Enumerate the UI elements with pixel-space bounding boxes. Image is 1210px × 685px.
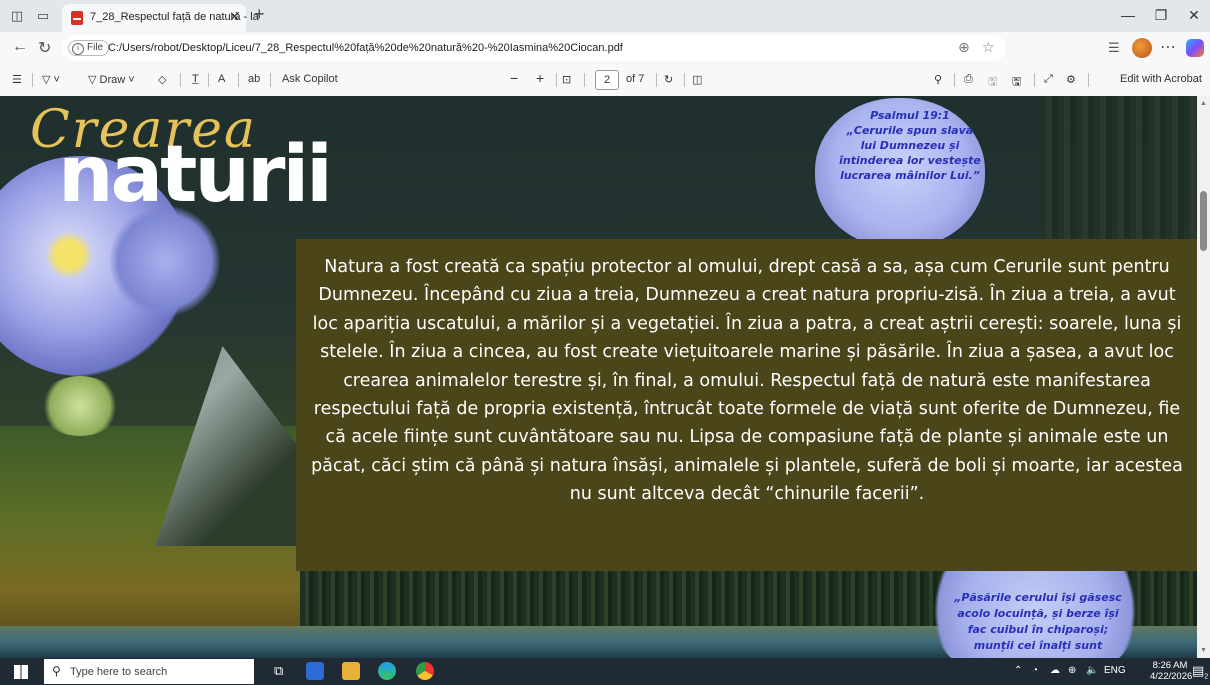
fullscreen-icon[interactable]: ⤢ bbox=[1044, 73, 1053, 86]
save-icon[interactable]: 🖫 bbox=[988, 73, 997, 92]
store-app-icon[interactable] bbox=[306, 662, 324, 680]
url-text[interactable]: C:/Users/robot/Desktop/Liceu/7_28_Respec… bbox=[108, 42, 623, 54]
highlight-icon[interactable]: ▽ ˅ bbox=[42, 73, 60, 86]
minimize-icon[interactable]: — bbox=[1118, 7, 1138, 23]
profile-avatar[interactable] bbox=[1132, 38, 1152, 58]
settings-gear-icon[interactable]: ⚙ bbox=[1066, 73, 1076, 86]
search-placeholder: Type here to search bbox=[70, 666, 168, 678]
restore-icon[interactable]: ❐ bbox=[1151, 7, 1171, 24]
onedrive-icon[interactable]: ☁ bbox=[1050, 665, 1060, 676]
watercolor-flower bbox=[110, 206, 220, 316]
task-view-icon[interactable]: ⧉ bbox=[274, 663, 283, 679]
zoom-in-icon[interactable]: + bbox=[536, 70, 544, 86]
text-tool-icon[interactable]: T̲ bbox=[192, 73, 199, 85]
address-bar[interactable]: i File C:/Users/robot/Desktop/Liceu/7_28_… bbox=[62, 35, 1006, 61]
workspaces-icon[interactable]: ◫ bbox=[8, 7, 26, 25]
back-icon[interactable]: ← bbox=[12, 38, 28, 56]
file-explorer-icon[interactable] bbox=[342, 662, 360, 680]
tray-icon[interactable]: ◔ bbox=[1032, 665, 1038, 676]
info-icon: i bbox=[72, 43, 84, 55]
tray-overflow-icon[interactable]: ⌃ bbox=[1014, 665, 1022, 676]
notification-icon[interactable]: ▤2 bbox=[1192, 663, 1208, 681]
zoom-out-icon[interactable]: − bbox=[510, 70, 518, 86]
read-aloud-icon[interactable]: A bbox=[218, 73, 225, 85]
edge-icon[interactable] bbox=[378, 662, 396, 680]
site-info-chip[interactable]: i File bbox=[68, 40, 110, 56]
page-view-icon[interactable]: ◫ bbox=[692, 73, 702, 86]
page-total: of 7 bbox=[626, 73, 645, 85]
windows-start-icon[interactable] bbox=[14, 665, 28, 679]
pdf-toolbar: ☰ ▽ ˅ ▽ Draw ˅ ◇ T̲ A ab Ask Copilot − +… bbox=[0, 64, 1210, 97]
scroll-down-icon[interactable]: ▼ bbox=[1200, 647, 1207, 654]
close-tab-icon[interactable]: ✕ bbox=[229, 9, 240, 25]
taskbar-search[interactable]: ⚲ Type here to search bbox=[44, 659, 254, 684]
fit-page-icon[interactable]: ⊡ bbox=[562, 73, 571, 86]
ask-copilot-button[interactable]: Ask Copilot bbox=[282, 73, 338, 85]
favorite-star-icon[interactable]: ☆ bbox=[982, 39, 995, 56]
tab-actions-icon[interactable]: ▭ bbox=[34, 7, 52, 25]
clock[interactable]: 8:26 AM 4/22/2026 bbox=[1150, 660, 1192, 682]
rotate-icon[interactable]: ↻ bbox=[664, 73, 673, 86]
main-paragraph: Natura a fost creată ca spațiu protector… bbox=[311, 257, 1183, 505]
find-icon[interactable]: ⚲ bbox=[934, 73, 942, 86]
print-icon[interactable]: ⎙ bbox=[964, 73, 973, 86]
page-number-input[interactable]: 2 bbox=[595, 70, 619, 90]
volume-icon[interactable]: 🔈 bbox=[1086, 665, 1098, 676]
text-panel: Natura a fost creată ca spațiu protector… bbox=[296, 239, 1197, 571]
scroll-thumb[interactable] bbox=[1200, 191, 1207, 251]
pdf-icon bbox=[71, 11, 83, 25]
network-icon[interactable]: ⊕ bbox=[1068, 665, 1076, 676]
tab-pdf[interactable]: 7_28_Respectul față de natură - la ✕ bbox=[62, 4, 259, 32]
copilot-icon[interactable] bbox=[1186, 39, 1204, 57]
taskbar: ⚲ Type here to search ⧉ ⌃ ◔ ☁ ⊕ 🔈 ENG 8:… bbox=[0, 658, 1210, 685]
watercolor-leaf bbox=[40, 376, 120, 436]
save-as-icon[interactable]: 🖫 bbox=[1012, 73, 1021, 92]
pdf-page: Crearea naturii Psalmul 19:1 „Cerurile s… bbox=[0, 96, 1197, 658]
language-indicator[interactable]: ENG bbox=[1104, 665, 1126, 676]
vertical-scrollbar[interactable]: ▲ ▼ bbox=[1197, 96, 1210, 658]
search-icon: ⚲ bbox=[52, 664, 61, 678]
address-row: ← ↻ i File C:/Users/robot/Desktop/Liceu/7… bbox=[0, 32, 1210, 64]
scroll-up-icon[interactable]: ▲ bbox=[1200, 100, 1207, 107]
more-menu-icon[interactable]: ⋯ bbox=[1160, 37, 1176, 57]
quote-bottom: „Păsările cerului își găsesc acolo locui… bbox=[954, 591, 1122, 652]
eraser-icon[interactable]: ◇ bbox=[158, 73, 166, 86]
chrome-icon[interactable] bbox=[416, 662, 434, 680]
window-close-icon[interactable]: ✕ bbox=[1184, 7, 1204, 24]
contents-icon[interactable]: ☰ bbox=[12, 73, 22, 86]
zoom-icon[interactable]: ⊕ bbox=[958, 39, 970, 56]
refresh-icon[interactable]: ↻ bbox=[38, 38, 51, 58]
draw-tool[interactable]: ▽ Draw ˅ bbox=[88, 73, 135, 86]
quote-top: Psalmul 19:1 „Cerurile spun slava lui Du… bbox=[839, 109, 981, 182]
browser-tab-bar: ◫ ▭ 7_28_Respectul față de natură - la ✕… bbox=[0, 0, 1210, 32]
new-tab-icon[interactable]: + bbox=[254, 4, 265, 25]
translate-icon[interactable]: ab bbox=[248, 73, 260, 85]
page-title: naturii bbox=[58, 130, 333, 220]
edit-with-acrobat-button[interactable]: Edit with Acrobat bbox=[1120, 73, 1202, 85]
favorites-icon[interactable]: ☰ bbox=[1108, 40, 1120, 56]
